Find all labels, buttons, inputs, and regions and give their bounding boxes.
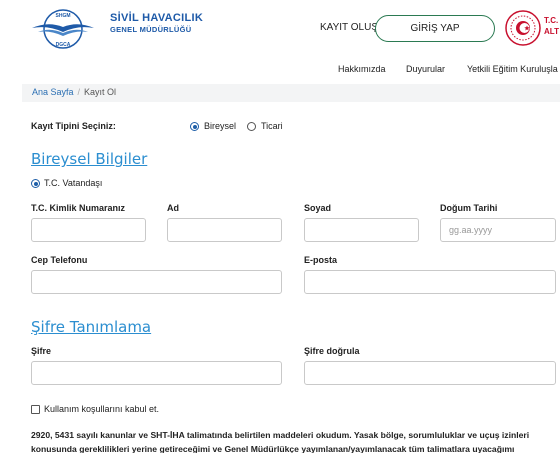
terms-checkbox[interactable] — [31, 405, 40, 414]
birth-date-label: Doğum Tarihi — [440, 203, 498, 213]
tc-seal-icon — [505, 10, 541, 46]
logo-bottom-text: DGCA — [56, 42, 71, 48]
seal-text: T.C. ALT — [544, 15, 559, 37]
terms-paragraph-line-2: konusunda gereklilikleri yerine getirece… — [31, 444, 515, 453]
nav-about[interactable]: Hakkımızda — [338, 64, 386, 74]
password-label: Şifre — [31, 346, 52, 356]
seal-text-line-1: T.C. — [544, 16, 559, 25]
birth-date-input[interactable]: gg.aa.yyyy — [440, 218, 556, 242]
phone-label: Cep Telefonu — [31, 255, 88, 265]
terms-checkbox-label[interactable]: Kullanım koşullarını kabul et. — [44, 404, 159, 414]
radio-individual[interactable] — [190, 122, 199, 131]
radio-commercial-label[interactable]: Ticari — [261, 121, 283, 131]
name-input[interactable] — [167, 218, 282, 242]
nav-training-orgs[interactable]: Yetkili Eğitim Kuruluşla — [467, 64, 558, 74]
surname-label: Soyad — [304, 203, 332, 213]
radio-individual-label[interactable]: Bireysel — [204, 121, 236, 131]
personal-info-title: Bireysel Bilgiler — [31, 150, 148, 168]
registration-type-label: Kayıt Tipini Seçiniz: — [31, 121, 116, 131]
password-confirm-label: Şifre doğrula — [304, 346, 360, 356]
radio-commercial[interactable] — [247, 122, 256, 131]
login-button[interactable]: GİRİŞ YAP — [375, 15, 495, 42]
seal-text-line-2: ALT — [544, 27, 559, 36]
terms-paragraph-line-1: 2920, 5431 sayılı kanunlar ve SHT-İHA ta… — [31, 430, 530, 440]
breadcrumb-current: Kayıt Ol — [84, 87, 117, 97]
breadcrumb: Ana Sayfa / Kayıt Ol — [22, 84, 560, 102]
brand-name[interactable]: SİVİL HAVACILIK GENEL MÜDÜRLÜĞÜ — [110, 12, 203, 34]
breadcrumb-home[interactable]: Ana Sayfa — [32, 87, 74, 97]
surname-input[interactable] — [304, 218, 419, 242]
name-label: Ad — [167, 203, 179, 213]
password-confirm-input[interactable] — [304, 361, 556, 385]
brand-line-2: GENEL MÜDÜRLÜĞÜ — [110, 25, 192, 34]
radio-tc-citizen-label[interactable]: T.C. Vatandaşı — [44, 178, 102, 188]
password-input[interactable] — [31, 361, 282, 385]
breadcrumb-separator: / — [77, 87, 81, 97]
shgm-logo-icon[interactable]: SHGM DGCA — [28, 8, 98, 50]
email-input[interactable] — [304, 270, 556, 294]
tc-id-label: T.C. Kimlik Numaranız — [31, 203, 126, 213]
site-header: SHGM DGCA SİVİL HAVACILIK GENEL MÜDÜRLÜĞ… — [0, 0, 560, 88]
radio-tc-citizen[interactable] — [31, 179, 40, 188]
email-label: E-posta — [304, 255, 338, 265]
brand-line-1: SİVİL HAVACILIK — [110, 12, 204, 24]
phone-input[interactable] — [31, 270, 282, 294]
nav-announcements[interactable]: Duyurular — [406, 64, 445, 74]
tc-id-input[interactable] — [31, 218, 146, 242]
password-section-title: Şifre Tanımlama — [31, 318, 152, 336]
logo-top-text: SHGM — [56, 13, 71, 19]
terms-paragraph: 2920, 5431 sayılı kanunlar ve SHT-İHA ta… — [31, 428, 551, 453]
